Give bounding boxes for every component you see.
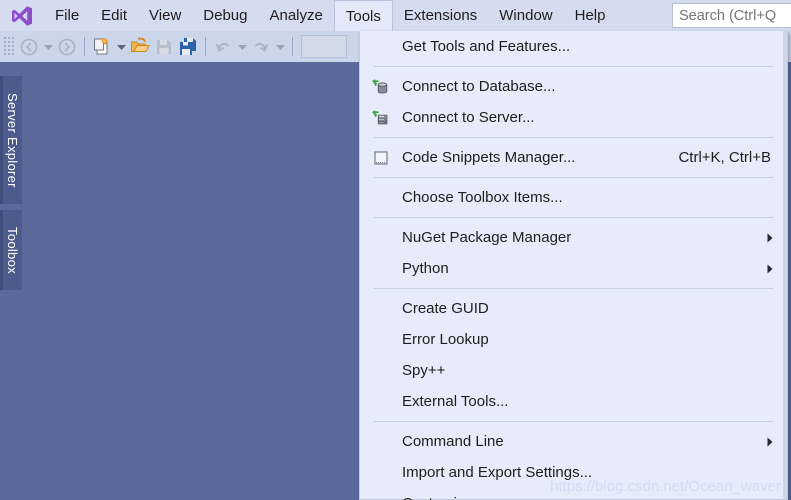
new-item-icon[interactable] xyxy=(90,35,114,59)
menu-item-label: Error Lookup xyxy=(402,331,489,348)
menu-item-spy-plus-plus[interactable]: Spy++ xyxy=(360,355,787,386)
menu-scrollbar[interactable] xyxy=(783,31,787,499)
menu-file[interactable]: File xyxy=(44,0,90,31)
menu-separator xyxy=(374,217,773,218)
menu-item-external-tools[interactable]: External Tools... xyxy=(360,386,787,417)
search-input[interactable] xyxy=(673,7,791,24)
visual-studio-logo-icon xyxy=(0,0,44,31)
menu-item-choose-toolbox-items[interactable]: Choose Toolbox Items... xyxy=(360,182,787,213)
menu-item-label: Choose Toolbox Items... xyxy=(402,189,563,206)
menu-item-icon-slot xyxy=(360,355,402,386)
tools-dropdown-menu: Get Tools and Features... Connect to Dat… xyxy=(359,31,788,500)
toolbar-separator xyxy=(205,37,206,56)
menu-debug-label: Debug xyxy=(203,7,248,24)
save-icon[interactable] xyxy=(152,35,176,59)
menu-item-label: Code Snippets Manager... xyxy=(402,149,576,166)
menu-item-label: External Tools... xyxy=(402,393,509,410)
menu-analyze-label: Analyze xyxy=(269,7,323,24)
menu-item-nuget-package-manager[interactable]: NuGet Package Manager xyxy=(360,222,787,253)
navigate-forward-icon[interactable] xyxy=(55,35,79,59)
menu-item-label: Import and Export Settings... xyxy=(402,464,593,481)
menu-view-label: View xyxy=(149,7,182,24)
menu-item-icon-slot xyxy=(360,324,402,355)
menu-edit[interactable]: Edit xyxy=(90,0,138,31)
menu-item-icon-slot xyxy=(360,426,402,457)
menu-item-create-guid[interactable]: Create GUID xyxy=(360,293,787,324)
menu-item-label: Spy++ xyxy=(402,362,446,379)
menu-file-label: File xyxy=(55,7,80,24)
menu-tools[interactable]: Tools xyxy=(333,0,393,31)
menu-item-error-lookup[interactable]: Error Lookup xyxy=(360,324,787,355)
menu-item-icon-slot xyxy=(360,253,402,284)
menu-window[interactable]: Window xyxy=(488,0,563,31)
toolbar-separator xyxy=(84,37,85,56)
menu-item-icon-slot xyxy=(360,488,402,500)
menu-item-label: Connect to Server... xyxy=(402,109,535,126)
menu-item-icon-slot xyxy=(360,386,402,417)
menu-item-get-tools-and-features[interactable]: Get Tools and Features... xyxy=(360,31,787,62)
menu-item-label: Get Tools and Features... xyxy=(402,38,571,55)
menu-item-connect-to-database[interactable]: Connect to Database... xyxy=(360,71,787,102)
sidebar-item-toolbox-label: Toolbox xyxy=(5,226,20,274)
navigate-backward-dropdown-icon[interactable] xyxy=(41,35,55,59)
open-file-icon[interactable] xyxy=(128,35,152,59)
menu-extensions-label: Extensions xyxy=(403,7,478,24)
menu-separator xyxy=(374,66,773,67)
sidebar-item-server-explorer-label: Server Explorer xyxy=(5,92,20,188)
navigate-backward-icon[interactable] xyxy=(17,35,41,59)
menu-debug[interactable]: Debug xyxy=(192,0,258,31)
menu-view[interactable]: View xyxy=(138,0,192,31)
menu-item-shortcut: Ctrl+K, Ctrl+B xyxy=(678,149,771,166)
menu-item-icon-slot xyxy=(360,222,402,253)
menu-separator xyxy=(374,177,773,178)
search-box[interactable] xyxy=(672,3,791,28)
menu-item-code-snippets-manager[interactable]: Code Snippets Manager... Ctrl+K, Ctrl+B xyxy=(360,142,787,173)
menu-separator xyxy=(374,421,773,422)
code-snippet-icon xyxy=(360,142,402,173)
menu-item-label: Create GUID xyxy=(402,300,489,317)
undo-dropdown-icon[interactable] xyxy=(235,35,249,59)
menu-item-icon-slot xyxy=(360,457,402,488)
left-dock-panel: Server Explorer Toolbox xyxy=(0,62,22,500)
toolbar-grip-handle[interactable] xyxy=(4,36,14,57)
menu-item-python[interactable]: Python xyxy=(360,253,787,284)
menu-item-label: Customize... xyxy=(402,495,787,500)
menu-item-label: Command Line xyxy=(402,433,504,450)
menu-item-label: NuGet Package Manager xyxy=(402,229,572,246)
menu-extensions[interactable]: Extensions xyxy=(393,0,488,31)
menu-item-label: Connect to Database... xyxy=(402,78,556,95)
menu-window-label: Window xyxy=(499,7,553,24)
menu-item-label: Python xyxy=(402,260,449,277)
menu-item-icon-slot xyxy=(360,182,402,213)
solution-configuration-combo[interactable] xyxy=(301,35,347,58)
menu-edit-label: Edit xyxy=(101,7,128,24)
redo-dropdown-icon[interactable] xyxy=(273,35,287,59)
menu-item-command-line[interactable]: Command Line xyxy=(360,426,787,457)
menu-item-icon-slot xyxy=(360,31,402,62)
sidebar-item-server-explorer[interactable]: Server Explorer xyxy=(0,76,22,204)
menu-item-customize[interactable]: Customize... xyxy=(360,488,787,500)
menu-item-import-and-export-settings[interactable]: Import and Export Settings... xyxy=(360,457,787,488)
redo-icon[interactable] xyxy=(249,35,273,59)
toolbar-separator xyxy=(292,37,293,56)
server-connect-icon xyxy=(360,102,402,133)
menu-bar: File Edit View Debug Analyze Tools Exten… xyxy=(0,0,791,31)
sidebar-item-toolbox[interactable]: Toolbox xyxy=(0,210,22,290)
menu-help-label: Help xyxy=(574,7,606,24)
menu-bar-items: File Edit View Debug Analyze Tools Exten… xyxy=(44,0,616,31)
visual-studio-window: File Edit View Debug Analyze Tools Exten… xyxy=(0,0,791,500)
menu-help[interactable]: Help xyxy=(564,0,617,31)
new-item-dropdown-icon[interactable] xyxy=(114,35,128,59)
menu-analyze[interactable]: Analyze xyxy=(258,0,333,31)
menu-separator xyxy=(374,137,773,138)
database-connect-icon xyxy=(360,71,402,102)
undo-icon[interactable] xyxy=(211,35,235,59)
save-all-icon[interactable] xyxy=(176,35,200,59)
menu-tools-label: Tools xyxy=(345,7,381,25)
menu-item-icon-slot xyxy=(360,293,402,324)
menu-item-connect-to-server[interactable]: Connect to Server... xyxy=(360,102,787,133)
menu-separator xyxy=(374,288,773,289)
